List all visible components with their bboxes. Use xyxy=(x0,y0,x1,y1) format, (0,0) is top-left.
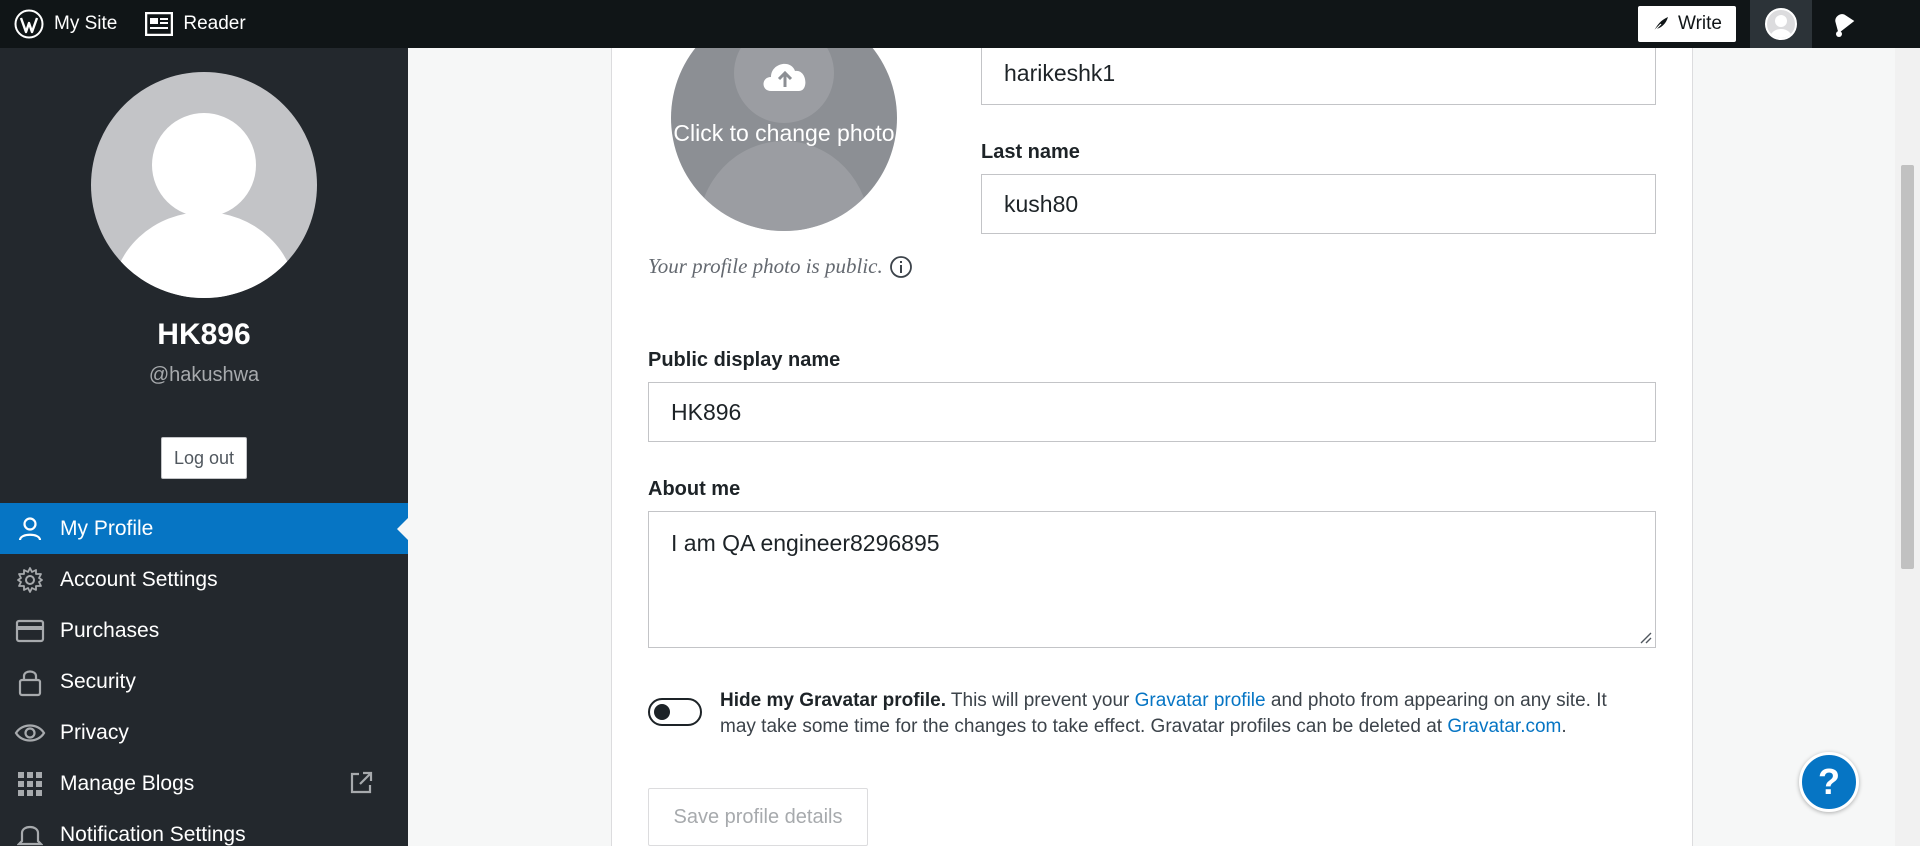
sidebar-item-security[interactable]: Security xyxy=(0,656,408,707)
sidebar-item-purchases[interactable]: Purchases xyxy=(0,605,408,656)
sidebar-item-my-profile[interactable]: My Profile xyxy=(0,503,408,554)
masterbar-right: Write xyxy=(1638,0,1920,48)
reader-icon xyxy=(145,12,174,36)
sidebar-item-label: Privacy xyxy=(60,720,129,744)
avatar-icon xyxy=(1765,8,1797,40)
sidebar-item-manage-blogs[interactable]: Manage Blogs xyxy=(0,758,408,809)
reader-label: Reader xyxy=(183,13,246,34)
sidebar-item-label: My Profile xyxy=(60,516,154,540)
reader-button[interactable]: Reader xyxy=(131,0,259,48)
user-avatar-button[interactable] xyxy=(1750,0,1812,48)
notifications-button[interactable] xyxy=(1812,0,1874,48)
write-label: Write xyxy=(1678,13,1722,34)
gear-icon xyxy=(14,564,46,596)
gravatar-com-link[interactable]: Gravatar.com xyxy=(1447,716,1561,737)
display-name-label: Public display name xyxy=(648,349,841,371)
sidebar-item-label: Notification Settings xyxy=(60,822,246,846)
sidebar-item-notification-settings[interactable]: Notification Settings xyxy=(0,809,408,846)
masterbar: My Site Reader Write xyxy=(0,0,1920,48)
external-link-icon xyxy=(348,770,374,802)
sidebar-item-label: Purchases xyxy=(60,618,160,642)
sidebar-item-account-settings[interactable]: Account Settings xyxy=(0,554,408,605)
scrollbar-thumb[interactable] xyxy=(1901,165,1914,569)
profile-handle: @hakushwa xyxy=(148,364,260,386)
info-icon[interactable] xyxy=(889,255,913,279)
profile-avatar xyxy=(91,72,317,298)
last-name-field[interactable] xyxy=(981,174,1656,234)
person-icon xyxy=(14,513,46,545)
bell-icon xyxy=(14,819,46,846)
hide-gravatar-text-1: This will prevent your xyxy=(945,690,1135,711)
lock-icon xyxy=(14,666,46,698)
grid-icon xyxy=(14,768,46,800)
sidebar-item-label: Security xyxy=(60,669,136,693)
sidebar-menu: My Profile Account Settings Purchases Se… xyxy=(0,503,408,846)
help-button[interactable]: ? xyxy=(1799,752,1859,812)
feather-icon xyxy=(1653,17,1669,32)
photo-public-note: Your profile photo is public. xyxy=(648,254,913,279)
bell-notification-icon xyxy=(1835,14,1855,37)
toggle-knob xyxy=(654,704,670,720)
my-site-label: My Site xyxy=(54,13,118,34)
first-name-field[interactable] xyxy=(981,43,1656,105)
my-site-button[interactable]: My Site xyxy=(0,0,131,48)
sidebar-item-privacy[interactable]: Privacy xyxy=(0,707,408,758)
save-profile-button[interactable]: Save profile details xyxy=(648,788,868,846)
write-button[interactable]: Write xyxy=(1638,6,1736,42)
hide-gravatar-toggle[interactable] xyxy=(648,698,702,726)
logout-button[interactable]: Log out xyxy=(161,437,247,479)
about-me-textarea[interactable]: I am QA engineer8296895 xyxy=(648,511,1656,648)
resize-handle-icon[interactable] xyxy=(1640,632,1652,644)
about-me-label: About me xyxy=(648,478,741,500)
about-me-text: I am QA engineer8296895 xyxy=(671,530,940,556)
scrollbar[interactable] xyxy=(1895,48,1920,846)
sidebar-item-label: Manage Blogs xyxy=(60,771,195,795)
profile-display-name: HK896 xyxy=(157,318,251,351)
hide-gravatar-text-3: . xyxy=(1561,716,1567,737)
gravatar-profile-link[interactable]: Gravatar profile xyxy=(1135,690,1266,711)
eye-icon xyxy=(14,717,46,749)
credit-card-icon xyxy=(14,615,46,647)
wordpress-logo-icon xyxy=(14,9,44,39)
sidebar: HK896 @hakushwa Log out My Profile Accou… xyxy=(0,48,408,846)
last-name-label: Last name xyxy=(981,141,1080,163)
sidebar-item-label: Account Settings xyxy=(60,567,218,591)
hide-gravatar-description: Hide my Gravatar profile. This will prev… xyxy=(720,688,1640,740)
photo-public-text: Your profile photo is public. xyxy=(648,254,883,278)
display-name-field[interactable] xyxy=(648,382,1656,442)
hide-gravatar-title: Hide my Gravatar profile. xyxy=(720,690,946,711)
